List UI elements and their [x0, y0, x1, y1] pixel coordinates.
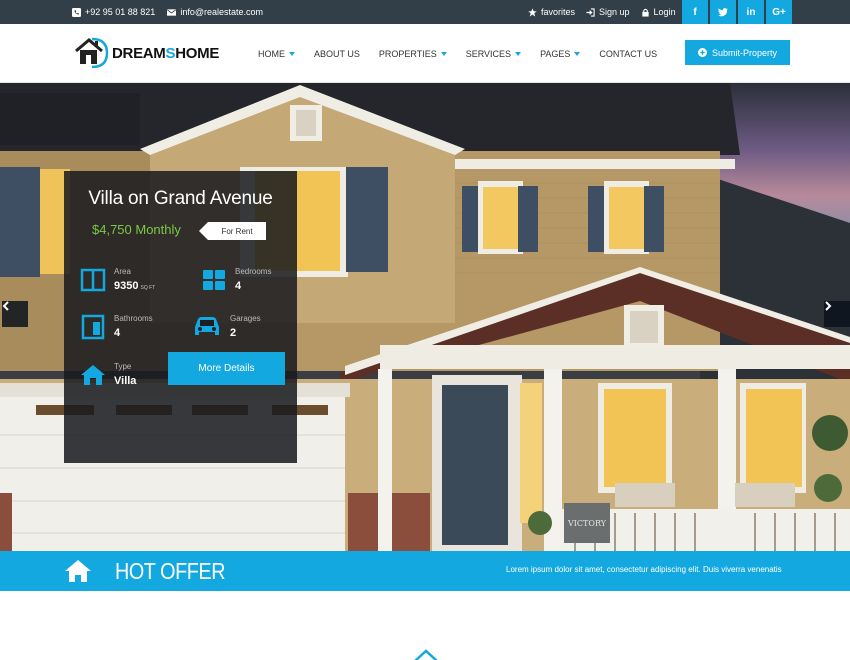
nav-properties[interactable]: PROPERTIES — [379, 49, 447, 59]
hot-offer-marquee: Lorem ipsum dolor sit amet, consectetur … — [506, 565, 782, 574]
logo-text: DREAMSHOME — [112, 44, 220, 62]
slider-prev-button[interactable] — [2, 301, 28, 327]
property-title: Villa on Grand Avenue — [88, 188, 273, 209]
feature-area: Area 9350 SQ FT — [80, 267, 155, 293]
user-links: favorites Sign up Login — [528, 0, 676, 24]
login-label: Login — [653, 7, 676, 17]
phone-number: +92 95 01 88 821 — [85, 7, 156, 17]
nav-pages[interactable]: PAGES — [540, 49, 581, 59]
contact-info: +92 95 01 88 821 info@realestate.com — [72, 0, 263, 24]
email-item[interactable]: info@realestate.com — [167, 7, 263, 17]
plus-circle-icon — [697, 48, 707, 57]
favorites-link[interactable]: favorites — [528, 7, 575, 17]
star-icon — [528, 7, 537, 16]
main-nav: HOME ABOUT US PROPERTIES SERVICES PAGES … — [258, 24, 676, 83]
twitter-bird-icon — [718, 7, 728, 16]
car-icon — [195, 317, 219, 335]
social-links: f in G+ — [682, 0, 792, 24]
envelope-icon — [167, 8, 177, 16]
lock-icon — [641, 8, 649, 17]
bathrooms-icon — [81, 314, 105, 340]
caret-down-icon — [440, 51, 447, 56]
nav-home[interactable]: HOME — [258, 49, 295, 59]
google-plus-icon[interactable]: G+ — [766, 0, 792, 24]
linkedin-icon[interactable]: in — [738, 0, 764, 24]
hot-offer-bar: HOT OFFER Lorem ipsum dolor sit amet, co… — [0, 551, 850, 591]
property-card: Villa on Grand Avenue $4,750 Monthly For… — [64, 171, 297, 463]
favorites-label: favorites — [541, 7, 576, 17]
area-icon — [80, 268, 106, 292]
submit-property-button[interactable]: Submit-Property — [685, 40, 790, 65]
sign-in-icon — [586, 7, 595, 17]
home-icon — [65, 560, 91, 582]
feature-bathrooms: Bathrooms 4 — [80, 314, 153, 340]
nav-services[interactable]: SERVICES — [466, 49, 522, 59]
bedrooms-icon — [203, 270, 225, 290]
phone-icon — [72, 7, 81, 17]
site-logo[interactable]: DREAMSHOME — [74, 36, 219, 70]
home-icon — [81, 365, 105, 385]
status-badge: For Rent — [199, 222, 266, 240]
feature-type: Type Villa — [80, 362, 136, 388]
login-link[interactable]: Login — [641, 7, 676, 17]
nav-contact-us[interactable]: CONTACT US — [599, 49, 657, 59]
slider-next-button[interactable] — [824, 301, 850, 327]
more-details-button[interactable]: More Details — [168, 352, 285, 385]
email-address: info@realestate.com — [180, 7, 264, 17]
logo-house-icon — [75, 37, 109, 69]
feature-garages: Garages 2 — [192, 314, 261, 340]
hot-offer-title: HOT OFFER — [115, 558, 226, 584]
nav-about-us[interactable]: ABOUT US — [314, 49, 360, 59]
facebook-icon[interactable]: f — [682, 0, 708, 24]
chevron-right-icon — [825, 301, 832, 311]
caret-down-icon — [515, 51, 522, 56]
caret-down-icon — [289, 51, 295, 56]
top-bar: +92 95 01 88 821 info@realestate.com fav… — [0, 0, 850, 24]
home-roof-icon — [414, 649, 438, 660]
phone-item[interactable]: +92 95 01 88 821 — [72, 7, 155, 17]
signup-link[interactable]: Sign up — [586, 7, 630, 17]
caret-down-icon — [574, 51, 581, 56]
house-plaque-text: VICTORY — [567, 519, 607, 528]
main-header: DREAMSHOME HOME ABOUT US PROPERTIES SERV… — [0, 24, 850, 83]
feature-bedrooms: Bedrooms 4 — [201, 267, 271, 293]
signup-label: Sign up — [599, 7, 630, 17]
twitter-icon[interactable] — [710, 0, 736, 24]
chevron-left-icon — [2, 301, 9, 311]
property-price: $4,750 Monthly — [92, 222, 181, 237]
